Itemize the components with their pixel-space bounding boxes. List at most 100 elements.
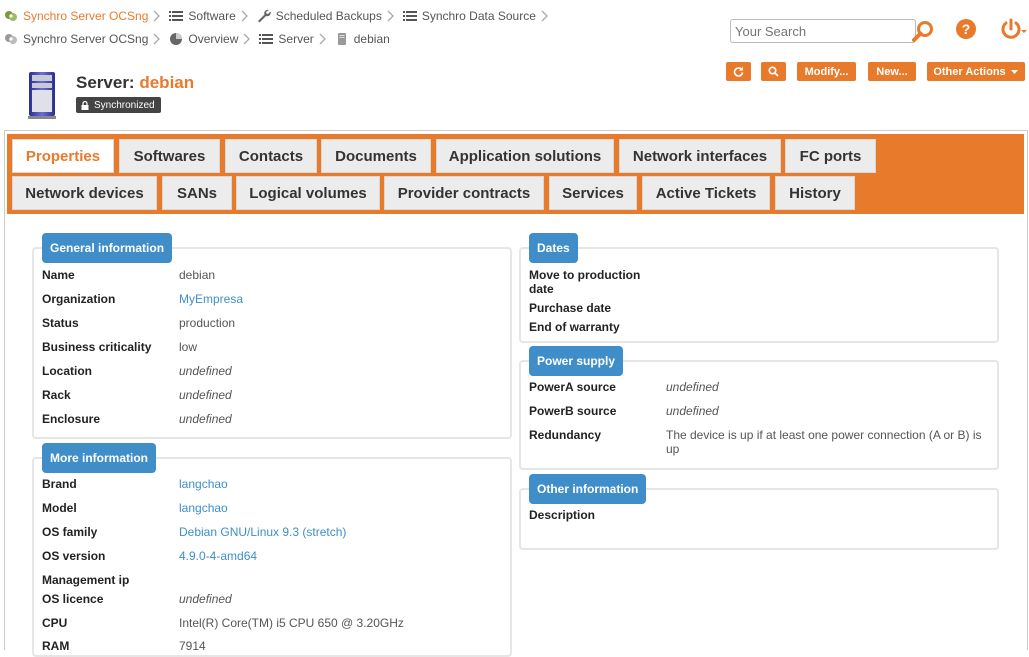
field-value-redundancy: The device is up if at least one power c…: [666, 428, 982, 456]
breadcrumb-item-software[interactable]: Software: [166, 9, 236, 23]
object-name: debian: [139, 73, 195, 92]
field-value-name: debian: [179, 268, 216, 282]
breadcrumb-label: Software: [188, 9, 236, 23]
server-icon: [28, 72, 56, 119]
tab-properties[interactable]: Properties: [12, 139, 114, 173]
list-icon: [259, 34, 274, 44]
field-value-os-licence: undefined: [179, 592, 232, 606]
chevron-right-icon: [541, 10, 548, 22]
field-value-model[interactable]: langchao: [179, 501, 228, 515]
breadcrumb-item-synchro-server-2[interactable]: Synchro Server OCSng: [1, 32, 148, 46]
field-label-rack: Rack: [42, 388, 71, 402]
modify-button[interactable]: Modify...: [797, 62, 856, 81]
help-icon[interactable]: ?: [955, 18, 977, 40]
field-label-powera-source: PowerA source: [529, 380, 616, 394]
other-information-legend: Other information: [529, 474, 647, 504]
field-value-powerb-source: undefined: [666, 404, 719, 418]
breadcrumb-history: Synchro Server OCSng Software Scheduled …: [0, 9, 554, 23]
breadcrumb-path: Synchro Server OCSng Overview Server deb…: [0, 32, 390, 46]
tab-softwares[interactable]: Softwares: [119, 139, 220, 173]
tab-network-devices[interactable]: Network devices: [12, 176, 157, 210]
field-label-ram: RAM: [42, 639, 70, 653]
field-value-rack: undefined: [179, 388, 232, 402]
list-icon: [169, 11, 184, 21]
breadcrumb-item-synchro-data-source[interactable]: Synchro Data Source: [400, 9, 536, 23]
svg-text:?: ?: [962, 21, 971, 37]
breadcrumb-label: Synchro Data Source: [421, 9, 536, 23]
field-label-cpu: CPU: [42, 616, 68, 630]
breadcrumb-label: Scheduled Backups: [275, 9, 382, 23]
field-label-purchase-date: Purchase date: [529, 301, 612, 315]
field-label-os-family: OS family: [42, 525, 98, 539]
breadcrumb-item-synchro-server-1[interactable]: Synchro Server OCSng: [1, 9, 148, 23]
pie-chart-icon: [170, 33, 183, 45]
field-value-os-version[interactable]: 4.9.0-4-amd64: [179, 549, 257, 563]
refresh-button[interactable]: [726, 62, 751, 81]
chevron-right-icon: [241, 10, 248, 22]
breadcrumb-item-debian[interactable]: debian: [332, 32, 390, 46]
chevron-right-icon: [387, 10, 394, 22]
breadcrumb-label: Overview: [188, 32, 239, 46]
general-information-legend: General information: [42, 233, 173, 263]
field-value-ram: 7914: [179, 639, 206, 653]
object-class-label: Server:: [76, 73, 135, 92]
field-value-status: production: [179, 316, 236, 330]
tab-fc-ports[interactable]: FC ports: [785, 139, 876, 173]
field-label-enclosure: Enclosure: [42, 412, 101, 426]
search-object-button[interactable]: [761, 62, 786, 81]
breadcrumb-label: Synchro Server OCSng: [23, 9, 149, 23]
tab-documents[interactable]: Documents: [321, 139, 431, 173]
breadcrumb-item-server[interactable]: Server: [256, 32, 314, 46]
field-value-os-family[interactable]: Debian GNU/Linux 9.3 (stretch): [179, 525, 346, 539]
caret-down-icon: [1010, 69, 1018, 74]
wrench-icon: [257, 9, 271, 23]
tab-active-tickets[interactable]: Active Tickets: [642, 176, 770, 210]
other-actions-button[interactable]: Other Actions: [927, 62, 1025, 81]
breadcrumb-label: Server: [278, 32, 314, 46]
field-label-os-licence: OS licence: [42, 592, 104, 606]
tab-contacts[interactable]: Contacts: [225, 139, 317, 173]
page-title: Server: debian: [76, 73, 194, 93]
breadcrumb-item-overview[interactable]: Overview: [166, 32, 238, 46]
lock-icon: [81, 100, 89, 110]
search-input[interactable]: [730, 19, 916, 43]
tab-services[interactable]: Services: [549, 176, 637, 210]
field-value-cpu: Intel(R) Core(TM) i5 CPU 650 @ 3.20GHz: [179, 616, 404, 630]
field-value-brand[interactable]: langchao: [179, 477, 228, 491]
top-bar: Synchro Server OCSng Software Scheduled …: [0, 0, 1029, 58]
status-badge-label: Synchronized: [94, 99, 155, 111]
field-label-end-of-warranty: End of warranty: [529, 320, 620, 334]
power-icon[interactable]: [1000, 18, 1028, 40]
status-badge: Synchronized: [76, 97, 161, 113]
tab-application-solutions[interactable]: Application solutions: [436, 139, 614, 173]
tab-sans[interactable]: SANs: [162, 176, 232, 210]
chevron-right-icon: [153, 33, 161, 45]
refresh-icon: [733, 66, 744, 77]
tab-provider-contracts[interactable]: Provider contracts: [384, 176, 544, 210]
search-icon: [768, 66, 779, 77]
power-supply-legend: Power supply: [529, 346, 624, 376]
tab-logical-volumes[interactable]: Logical volumes: [236, 176, 380, 210]
field-label-description: Description: [529, 508, 596, 522]
field-label-business-criticality: Business criticality: [42, 340, 152, 354]
tab-history[interactable]: History: [775, 176, 855, 210]
field-label-organization: Organization: [42, 292, 116, 306]
new-button[interactable]: New...: [868, 62, 916, 81]
field-value-powera-source: undefined: [666, 380, 719, 394]
field-label-status: Status: [42, 316, 79, 330]
field-label-model: Model: [42, 501, 77, 515]
field-value-location: undefined: [179, 364, 232, 378]
server-small-icon: [337, 33, 346, 45]
search-icon[interactable]: [910, 19, 936, 45]
breadcrumb-item-scheduled-backups[interactable]: Scheduled Backups: [254, 9, 382, 23]
field-label-brand: Brand: [42, 477, 77, 491]
field-label-os-version: OS version: [42, 549, 106, 563]
tab-network-interfaces[interactable]: Network interfaces: [619, 139, 781, 173]
field-value-business-criticality: low: [179, 340, 198, 354]
field-label-move-to-production-date: Move to production date: [529, 268, 641, 296]
field-label-management-ip: Management ip: [42, 573, 130, 587]
field-value-organization[interactable]: MyEmpresa: [179, 292, 243, 306]
field-label-powerb-source: PowerB source: [529, 404, 617, 418]
field-value-enclosure: undefined: [179, 412, 232, 426]
dates-legend: Dates: [529, 233, 578, 263]
